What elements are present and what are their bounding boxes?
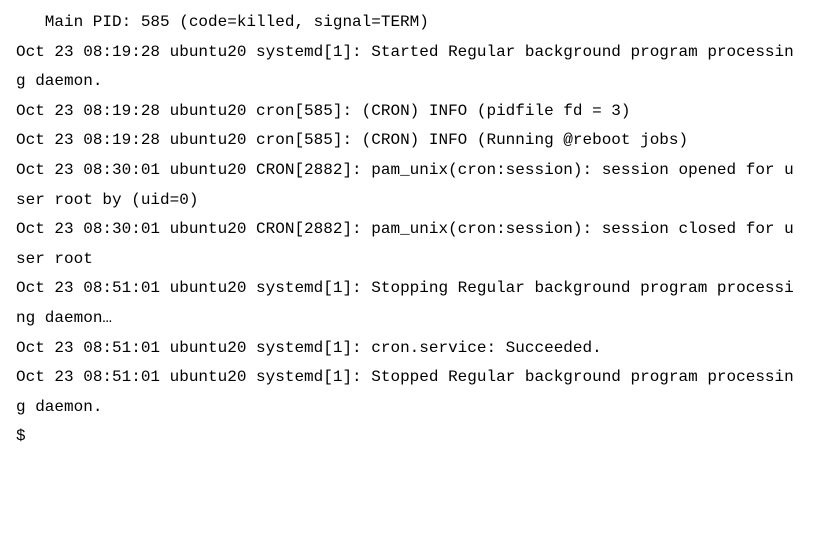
log-line: Oct 23 08:19:28 ubuntu20 cron[585]: (CRO…	[16, 126, 801, 156]
log-line: Oct 23 08:19:28 ubuntu20 cron[585]: (CRO…	[16, 97, 801, 127]
shell-prompt[interactable]: $	[16, 422, 801, 452]
log-line: Oct 23 08:30:01 ubuntu20 CRON[2882]: pam…	[16, 215, 801, 274]
log-line: Oct 23 08:30:01 ubuntu20 CRON[2882]: pam…	[16, 156, 801, 215]
log-line: Oct 23 08:51:01 ubuntu20 systemd[1]: Sto…	[16, 274, 801, 333]
log-line: Oct 23 08:19:28 ubuntu20 systemd[1]: Sta…	[16, 38, 801, 97]
main-pid-status: Main PID: 585 (code=killed, signal=TERM)	[16, 8, 801, 38]
log-line: Oct 23 08:51:01 ubuntu20 systemd[1]: Sto…	[16, 363, 801, 422]
log-line: Oct 23 08:51:01 ubuntu20 systemd[1]: cro…	[16, 334, 801, 364]
